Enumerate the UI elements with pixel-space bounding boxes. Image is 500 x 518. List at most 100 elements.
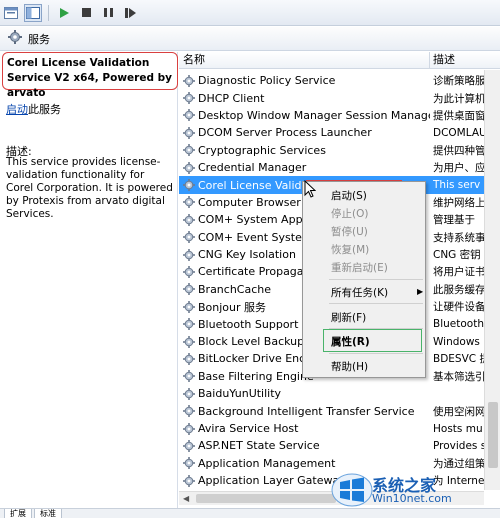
service-name-cell: Cryptographic Services xyxy=(179,144,430,157)
service-gear-icon xyxy=(183,265,195,278)
service-gear-icon xyxy=(183,109,195,122)
service-gear-icon xyxy=(183,248,195,261)
menu-item-help[interactable]: 帮助(H) xyxy=(331,359,368,374)
watermark-text-en: Win10net.com xyxy=(372,492,452,505)
service-name: Bonjour 服务 xyxy=(198,300,267,314)
service-name: CNG Key Isolation xyxy=(198,248,296,262)
stop-icon[interactable] xyxy=(77,4,95,22)
scroll-left-icon[interactable]: ◀ xyxy=(183,494,189,503)
service-gear-icon xyxy=(183,74,195,87)
service-gear-icon xyxy=(183,352,195,365)
service-name-cell: ASP.NET State Service xyxy=(179,439,430,452)
service-name: Background Intelligent Transfer Service xyxy=(198,404,415,418)
service-gear-icon xyxy=(183,439,195,452)
service-name: Application Management xyxy=(198,456,336,470)
service-gear-icon xyxy=(183,387,195,400)
service-gear-icon xyxy=(183,457,195,470)
submenu-arrow-icon: ▶ xyxy=(417,287,424,296)
toolbar xyxy=(0,0,500,26)
service-name-cell: BaiduYunUtility xyxy=(179,387,430,400)
service-gear-icon xyxy=(183,144,195,157)
table-row[interactable]: Diagnostic Policy Service 诊断策略服 xyxy=(179,72,500,89)
table-row[interactable]: Avira Service Host Hosts mu xyxy=(179,420,500,437)
view-tabs: 扩展 标准 xyxy=(0,508,500,518)
table-row[interactable]: DHCP Client 为此计算机 xyxy=(179,89,500,106)
start-service-link-row: 启动此服务 xyxy=(6,101,61,117)
service-name-cell: Desktop Window Manager Session Manager xyxy=(179,109,430,122)
service-gear-icon xyxy=(183,474,195,487)
menu-item-stop: 停止(O) xyxy=(331,208,369,220)
window-icon[interactable] xyxy=(24,3,42,22)
service-gear-icon xyxy=(183,283,195,296)
service-name-cell: Avira Service Host xyxy=(179,422,430,435)
table-row[interactable]: BaiduYunUtility xyxy=(179,385,500,402)
menu-separator xyxy=(329,279,423,280)
service-name: Certificate Propagatio xyxy=(198,265,318,279)
start-service-suffix: 此服务 xyxy=(28,103,61,116)
service-name-cell: Background Intelligent Transfer Service xyxy=(179,405,430,418)
table-row[interactable]: Background Intelligent Transfer Service 使… xyxy=(179,402,500,419)
resume-icon[interactable] xyxy=(121,4,139,22)
service-name: DHCP Client xyxy=(198,91,265,105)
service-name-cell: Credential Manager xyxy=(179,161,430,174)
menu-separator xyxy=(329,353,423,354)
service-name: BaiduYunUtility xyxy=(198,387,282,401)
tab-standard[interactable]: 标准 xyxy=(34,509,62,518)
service-name-cell: Diagnostic Policy Service xyxy=(179,74,430,87)
service-name: Avira Service Host xyxy=(198,422,299,435)
column-header-name[interactable]: 名称 xyxy=(179,52,430,68)
console-icon[interactable] xyxy=(2,4,20,22)
play-icon[interactable] xyxy=(55,4,73,22)
tab-extended[interactable]: 扩展 xyxy=(4,509,32,518)
service-gear-icon xyxy=(183,300,195,313)
service-name: Base Filtering Engine xyxy=(198,369,314,383)
service-name: Desktop Window Manager Session Manager xyxy=(198,108,430,122)
service-gear-icon xyxy=(183,335,195,348)
vertical-scroll-thumb[interactable] xyxy=(488,402,498,468)
service-name: COM+ Event System xyxy=(198,230,313,244)
service-name-cell: DCOM Server Process Launcher xyxy=(179,126,430,139)
list-header: 名称 描述 xyxy=(179,52,500,69)
toolbar-separator xyxy=(48,4,49,21)
pause-icon[interactable] xyxy=(99,4,117,22)
table-row[interactable]: Desktop Window Manager Session Manager 提供… xyxy=(179,107,500,124)
menu-item-pause: 暂停(U) xyxy=(331,226,368,238)
menu-item-refresh[interactable]: 刷新(F) xyxy=(331,310,366,325)
table-row[interactable]: ASP.NET State Service Provides s xyxy=(179,437,500,454)
service-gear-icon xyxy=(183,318,195,331)
service-name: Cryptographic Services xyxy=(198,143,326,157)
service-gear-icon xyxy=(183,179,195,192)
menu-item-restart: 重新启动(E) xyxy=(331,262,388,274)
menu-item-start[interactable]: 启动(S) xyxy=(331,188,367,203)
horizontal-scroll-thumb[interactable] xyxy=(196,494,336,503)
service-gear-icon xyxy=(183,422,195,435)
table-row[interactable]: Credential Manager 为用户、应 xyxy=(179,159,500,176)
service-name: ASP.NET State Service xyxy=(198,439,320,453)
description-text: This service provides license-validation… xyxy=(6,156,173,220)
services-header: 服务 xyxy=(0,27,500,51)
service-gear-icon xyxy=(183,405,195,418)
service-gear-icon xyxy=(183,92,195,105)
service-name: Computer Browser xyxy=(198,195,301,209)
table-row[interactable]: DCOM Server Process Launcher DCOMLAU xyxy=(179,124,500,141)
menu-item-all-tasks[interactable]: 所有任务(K) xyxy=(331,285,388,300)
service-gear-icon xyxy=(183,161,195,174)
service-gear-icon xyxy=(183,126,195,139)
service-name-cell: DHCP Client xyxy=(179,92,430,105)
menu-item-resume: 恢复(M) xyxy=(331,244,370,256)
services-gear-icon xyxy=(8,30,22,47)
service-title: Corel License Validation Service V2 x64,… xyxy=(2,52,178,99)
menu-separator xyxy=(329,303,423,304)
service-name: Diagnostic Policy Service xyxy=(198,74,336,88)
service-gear-icon xyxy=(183,370,195,383)
column-header-description[interactable]: 描述 xyxy=(430,52,500,68)
service-gear-icon xyxy=(183,196,195,209)
start-service-link[interactable]: 启动 xyxy=(6,103,28,116)
description-pane: Corel License Validation Service V2 x64,… xyxy=(0,52,178,508)
service-gear-icon xyxy=(183,213,195,226)
properties-highlight-box xyxy=(323,329,422,352)
service-name: DCOM Server Process Launcher xyxy=(198,126,372,140)
services-title: 服务 xyxy=(28,32,50,46)
table-row[interactable]: Cryptographic Services 提供四种管 xyxy=(179,142,500,159)
mouse-cursor-icon xyxy=(304,179,317,201)
